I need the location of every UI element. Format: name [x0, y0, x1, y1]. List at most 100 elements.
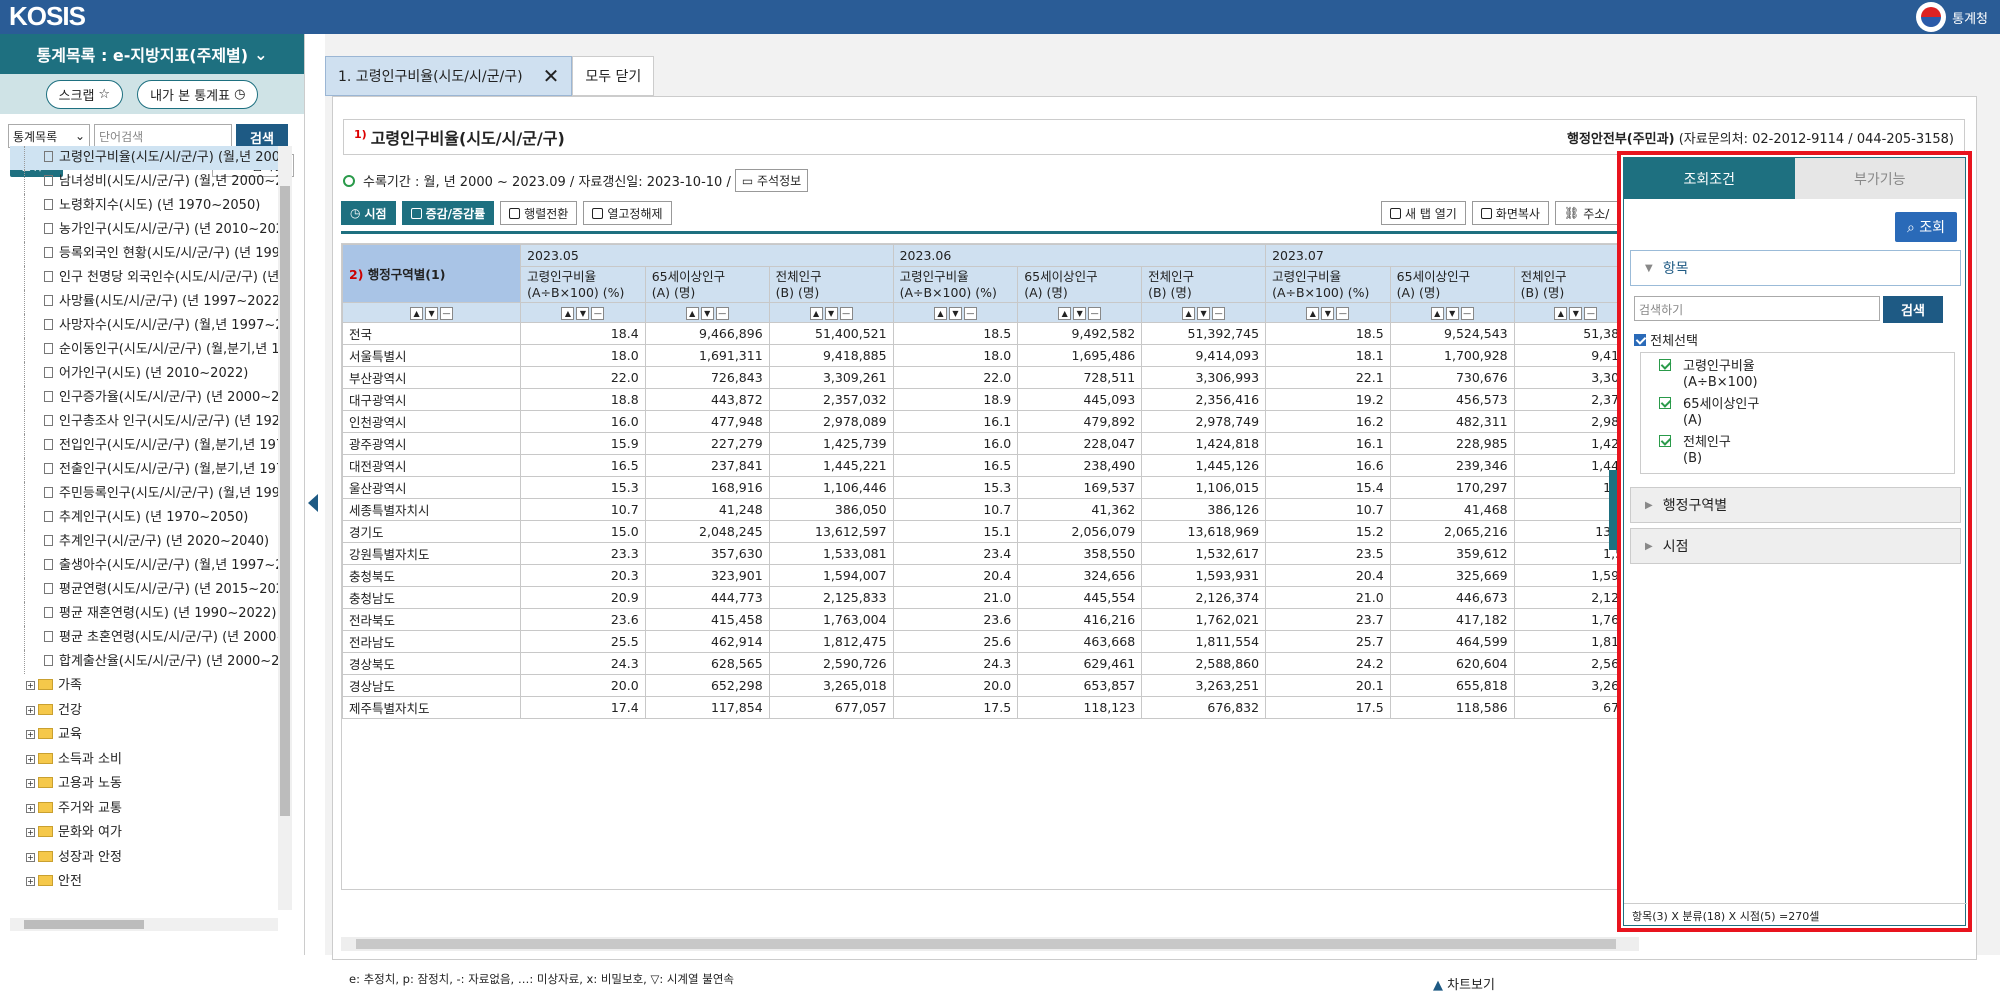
tree-item[interactable]: 사망자수(시도/시/군/구) (월,년 1997~2023): [10, 314, 278, 338]
tree-horizontal-scrollbar[interactable]: [10, 918, 278, 931]
tree-item[interactable]: 농가인구(시도/시/군/구) (년 2010~2022): [10, 218, 278, 242]
scrap-button[interactable]: 스크랩 ☆: [45, 79, 124, 109]
region-cell[interactable]: 제주특별자치도: [342, 696, 522, 719]
collapse-sidebar-icon[interactable]: [308, 494, 318, 512]
kosis-logo[interactable]: KOSIS: [9, 1, 86, 32]
scrollbar-thumb[interactable]: [356, 939, 1616, 949]
tree-item[interactable]: 평균 재혼연령(시도) (년 1990~2022): [10, 602, 278, 626]
sort-up-icon[interactable]: ▲: [1182, 307, 1196, 320]
item-checkbox-total[interactable]: 전체인구 (B): [1659, 435, 1731, 467]
tree-folder[interactable]: + 교육: [10, 723, 278, 748]
expand-icon[interactable]: +: [26, 828, 35, 837]
section-time[interactable]: ▶ 시점: [1630, 528, 1961, 564]
catalog-select[interactable]: 통계목록 ⌄: [8, 124, 90, 148]
remove-icon[interactable]: —: [1460, 307, 1474, 320]
expand-icon[interactable]: +: [26, 681, 35, 690]
column-header[interactable]: 65세이상인구 (A) (명): [644, 266, 770, 303]
tree-item[interactable]: 평균연령(시도/시/군/구) (년 2015~2022): [10, 578, 278, 602]
remove-icon[interactable]: —: [1336, 307, 1350, 320]
tree-item[interactable]: 합계출산율(시도/시/군/구) (년 2000~2022): [10, 650, 278, 674]
new-tab-button[interactable]: 새 탭 열기: [1381, 201, 1466, 225]
sort-down-icon[interactable]: ▼: [824, 307, 838, 320]
sort-up-icon[interactable]: ▲: [1058, 307, 1072, 320]
sort-down-icon[interactable]: ▼: [1321, 307, 1335, 320]
region-cell[interactable]: 세종특별자치시: [342, 498, 522, 521]
tree-item[interactable]: 추계인구(시/군/구) (년 2020~2040): [10, 530, 278, 554]
region-cell[interactable]: 전라남도: [342, 630, 522, 653]
tree-folder[interactable]: + 안전: [10, 870, 278, 892]
sort-down-icon[interactable]: ▼: [1073, 307, 1087, 320]
column-header[interactable]: 65세이상인구 (A) (명): [1389, 266, 1515, 303]
section-region[interactable]: ▶ 행정구역별: [1630, 487, 1961, 523]
tree-folder[interactable]: + 성장과 안정: [10, 846, 278, 871]
region-cell[interactable]: 광주광역시: [342, 432, 522, 455]
item-search-button[interactable]: 검색: [1883, 296, 1943, 323]
region-cell[interactable]: 부산광역시: [342, 366, 522, 389]
column-header[interactable]: 고령인구비율 (A÷B×100) (%): [520, 266, 646, 303]
remove-icon[interactable]: —: [591, 307, 605, 320]
sort-up-icon[interactable]: ▲: [1306, 307, 1320, 320]
sort-up-icon[interactable]: ▲: [561, 307, 575, 320]
remove-icon[interactable]: —: [715, 307, 729, 320]
tree-vertical-scrollbar[interactable]: [278, 146, 292, 910]
tree-folder[interactable]: + 고용과 노동: [10, 772, 278, 797]
query-button[interactable]: ⌕ 조회: [1894, 212, 1957, 242]
column-header[interactable]: 65세이상인구 (A) (명): [1017, 266, 1143, 303]
scrollbar-thumb[interactable]: [280, 186, 290, 816]
tree-item[interactable]: 추계인구(시도) (년 1970~2050): [10, 506, 278, 530]
item-checkbox-ratio[interactable]: 고령인구비율 (A÷B×100): [1659, 359, 1758, 391]
tree-item[interactable]: 평균 초혼연령(시도/시/군/구) (년 2000~2022): [10, 626, 278, 650]
expand-icon[interactable]: +: [26, 803, 35, 813]
sort-down-icon[interactable]: ▼: [576, 307, 590, 320]
tree-item[interactable]: 주민등록인구(시도/시/군/구) (월,년 1992~2023): [10, 482, 278, 506]
chart-view-button[interactable]: ▲ 차트보기: [1433, 974, 1495, 993]
sort-down-icon[interactable]: ▼: [1445, 307, 1459, 320]
tree-item[interactable]: 전출인구(시도/시/군/구) (월,분기,년 1970~2023): [10, 458, 278, 482]
sidebar-title[interactable]: 통계목록 : e-지방지표(주제별) ⌄: [0, 34, 304, 74]
note-info-button[interactable]: ▭ 주석정보: [734, 169, 809, 192]
sort-down-icon[interactable]: ▼: [425, 307, 439, 320]
expand-icon[interactable]: +: [26, 852, 35, 862]
column-header[interactable]: 전체인구 (B) (명): [1141, 266, 1267, 303]
remove-icon[interactable]: —: [1212, 307, 1226, 320]
tab-extra-functions[interactable]: 부가기능: [1794, 158, 1965, 199]
region-cell[interactable]: 대구광역시: [342, 388, 522, 411]
region-cell[interactable]: 서울특별시: [342, 344, 522, 367]
region-cell[interactable]: 전라북도: [342, 608, 522, 631]
tree-item[interactable]: 인구총조사 인구(시도/시/군/구) (년 1925~2022): [10, 410, 278, 434]
sort-down-icon[interactable]: ▼: [948, 307, 962, 320]
remove-icon[interactable]: —: [1088, 307, 1102, 320]
region-cell[interactable]: 울산광역시: [342, 476, 522, 499]
transpose-button[interactable]: 행렬전환: [500, 201, 578, 225]
expand-icon[interactable]: +: [26, 705, 35, 715]
tab-query-conditions[interactable]: 조회조건: [1624, 158, 1795, 199]
tree-item[interactable]: 남녀성비(시도/시/군/구) (월,년 2000~2023): [10, 170, 278, 194]
change-rate-button[interactable]: 증감/증감률: [401, 201, 495, 225]
region-cell[interactable]: 인천광역시: [342, 410, 522, 433]
region-cell[interactable]: 강원특별자치도: [342, 542, 522, 565]
sort-down-icon[interactable]: ▼: [1569, 307, 1583, 320]
tree-folder[interactable]: + 문화와 여가: [10, 821, 278, 846]
tree-item[interactable]: 출생아수(시도/시/군/구) (월,년 1997~2023): [10, 554, 278, 578]
sort-up-icon[interactable]: ▲: [933, 307, 947, 320]
tree-item[interactable]: 사망률(시도/시/군/구) (년 1997~2022): [10, 290, 278, 314]
region-cell[interactable]: 전국: [342, 322, 522, 345]
search-input[interactable]: 단어검색: [94, 124, 232, 148]
table-horizontal-scrollbar[interactable]: [341, 937, 1639, 951]
tab-active[interactable]: 1. 고령인구비율(시도/시/군/구) ✕: [325, 56, 573, 96]
sort-up-icon[interactable]: ▲: [1430, 307, 1444, 320]
tree-item[interactable]: 노령화지수(시도) (년 1970~2050): [10, 194, 278, 218]
region-cell[interactable]: 충청남도: [342, 586, 522, 609]
remove-icon[interactable]: —: [963, 307, 977, 320]
screen-copy-button[interactable]: 화면복사: [1471, 201, 1549, 225]
scrollbar-thumb[interactable]: [24, 920, 144, 929]
time-button[interactable]: ◷ 시점: [341, 201, 396, 225]
period-header[interactable]: 2023.07: [1265, 244, 1638, 267]
section-items[interactable]: ▼ 항목: [1630, 250, 1961, 286]
select-all-checkbox[interactable]: 전체선택: [1634, 330, 1698, 349]
sort-up-icon[interactable]: ▲: [685, 307, 699, 320]
sort-up-icon[interactable]: ▲: [809, 307, 823, 320]
tree-folder[interactable]: + 건강: [10, 699, 278, 724]
expand-icon[interactable]: +: [26, 754, 35, 764]
region-cell[interactable]: 경기도: [342, 520, 522, 543]
